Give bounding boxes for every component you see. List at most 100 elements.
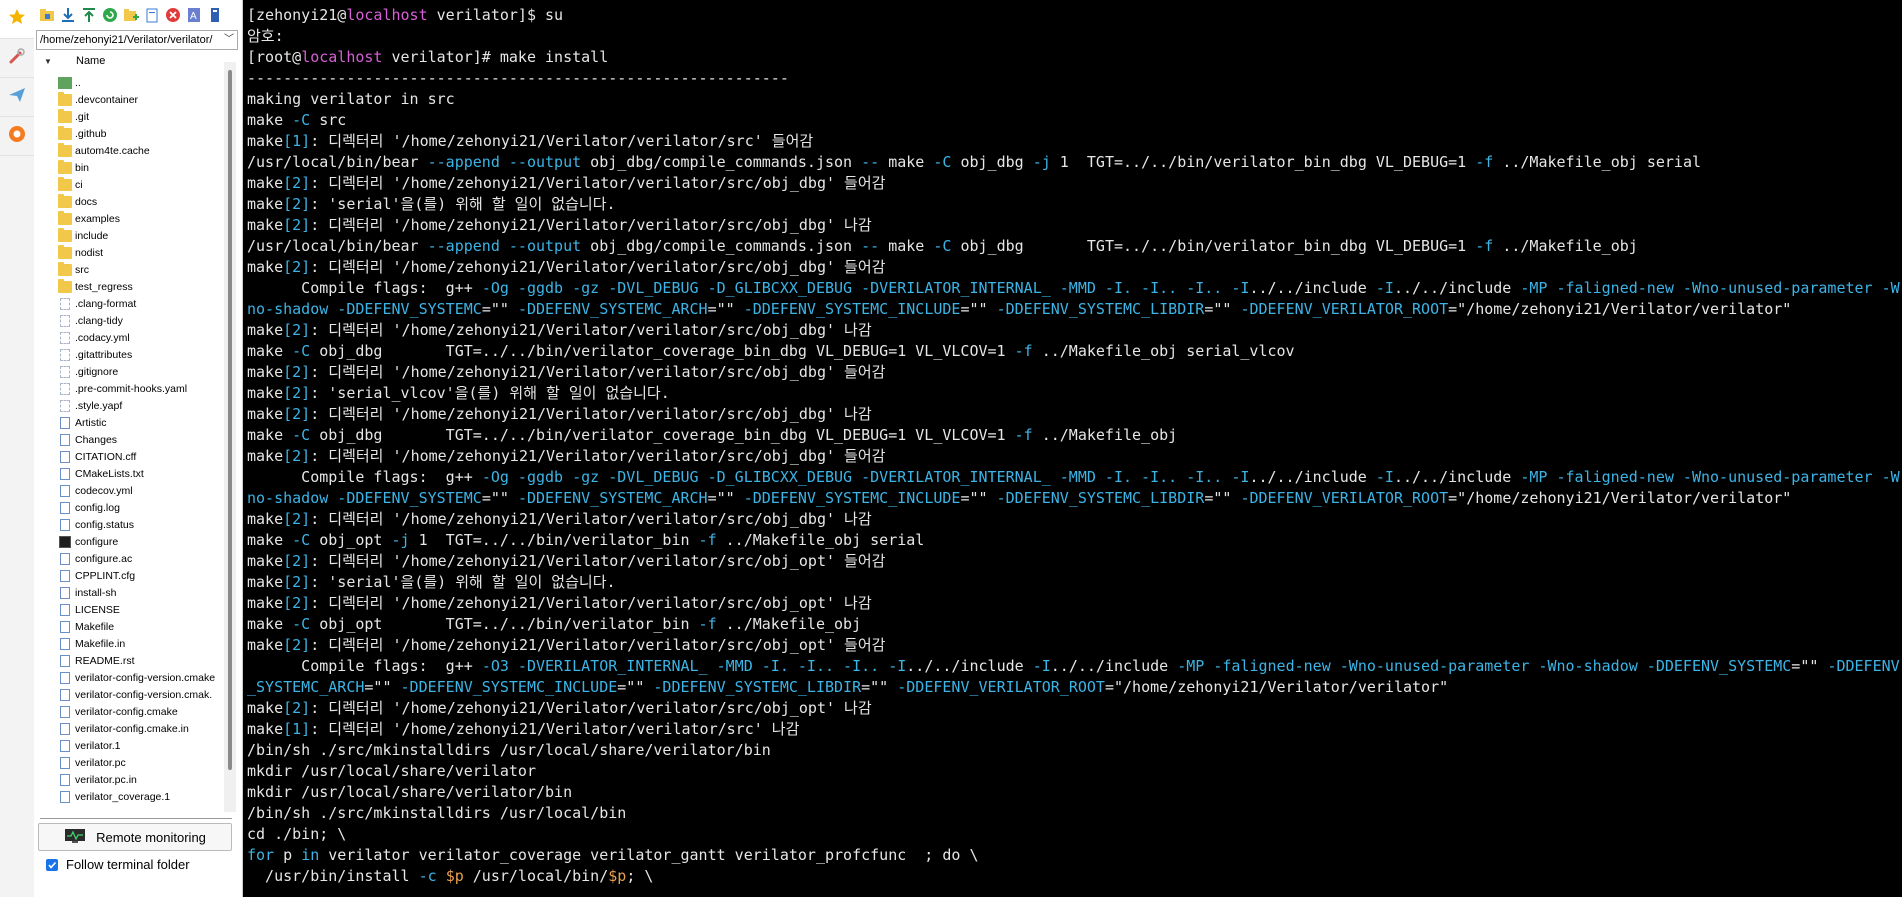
file-tree-item[interactable]: CMakeLists.txt <box>34 465 222 482</box>
sidebar-tab-favorites[interactable] <box>0 0 34 39</box>
file-tree-item[interactable]: LICENSE <box>34 601 222 618</box>
terminal-line: for p in verilator verilator_coverage ve… <box>247 845 1902 866</box>
folder-icon <box>58 244 72 259</box>
terminal-line: ----------------------------------------… <box>247 68 1902 89</box>
chevron-down-icon[interactable]: ﹀ <box>224 31 234 49</box>
rename-icon[interactable]: A <box>185 6 203 24</box>
file-tree-item[interactable]: Artistic <box>34 414 222 431</box>
file-tree-item[interactable]: CPPLINT.cfg <box>34 567 222 584</box>
file-tree-item[interactable]: install-sh <box>34 584 222 601</box>
home-folder-icon[interactable] <box>38 6 56 24</box>
scrollbar-thumb[interactable] <box>228 70 232 770</box>
file-tree-item[interactable]: verilator-config.cmake <box>34 703 222 720</box>
new-file-icon[interactable] <box>143 6 161 24</box>
file-tree-item[interactable]: README.rst <box>34 652 222 669</box>
file-tree-item-label: install-sh <box>75 586 117 599</box>
terminal-text-segment: --output <box>508 153 582 171</box>
refresh-icon[interactable] <box>101 6 119 24</box>
file-tree-item[interactable]: config.status <box>34 516 222 533</box>
delete-icon[interactable] <box>164 6 182 24</box>
terminal-line: make[1]: 디렉터리 '/home/zehonyi21/Verilator… <box>247 131 1902 152</box>
terminal-text-segment: -O3 -DVERILATOR_INTERNAL_ -MMD -I. -I.. … <box>481 657 907 675</box>
file-tree-item-label: config.log <box>75 501 120 514</box>
terminal-line: make[2]: 디렉터리 '/home/zehonyi21/Verilator… <box>247 509 1902 530</box>
file-tree-item[interactable]: .devcontainer <box>34 91 222 108</box>
file-tree-item[interactable]: ci <box>34 176 222 193</box>
terminal-text-segment: make <box>247 111 293 129</box>
file-tree-item[interactable]: verilator-config.cmake.in <box>34 720 222 737</box>
file-tree-item-label: .codacy.yml <box>75 331 130 344</box>
file-tree-item[interactable]: nodist <box>34 244 222 261</box>
file-tree-item[interactable]: .git <box>34 108 222 125</box>
file-tree-item[interactable]: verilator-config-version.cmake <box>34 669 222 686</box>
file-tree-item[interactable]: CITATION.cff <box>34 448 222 465</box>
file-tree-item[interactable]: verilator.1 <box>34 737 222 754</box>
follow-terminal-checkbox[interactable] <box>46 858 58 871</box>
properties-icon[interactable] <box>206 6 224 24</box>
terminal-text-segment: -f <box>698 615 717 633</box>
file-tree-item[interactable]: verilator.pc <box>34 754 222 771</box>
file-tree-item[interactable]: test_regress <box>34 278 222 295</box>
file-icon <box>60 620 70 633</box>
file-tree-item[interactable]: .style.yapf <box>34 397 222 414</box>
file-tree-item[interactable]: config.log <box>34 499 222 516</box>
upload-icon[interactable] <box>80 6 98 24</box>
file-icon <box>60 382 70 395</box>
terminal-text-segment: ="" <box>617 678 654 696</box>
folder-icon <box>58 108 72 123</box>
collapse-arrow-icon[interactable]: ▼ <box>44 57 54 66</box>
file-tree-item[interactable]: .pre-commit-hooks.yaml <box>34 380 222 397</box>
file-tree-item[interactable]: .codacy.yml <box>34 329 222 346</box>
sidebar-tab-app[interactable] <box>0 117 34 156</box>
sidebar-tab-send[interactable] <box>0 78 34 117</box>
tree-scrollbar[interactable] <box>224 62 236 812</box>
file-tree-item[interactable]: Changes <box>34 431 222 448</box>
file-tree-item-label: examples <box>75 212 120 225</box>
file-tree-item[interactable]: .. <box>34 74 222 91</box>
download-icon[interactable] <box>59 6 77 24</box>
file-tree-item[interactable]: .clang-format <box>34 295 222 312</box>
terminal-output[interactable]: [zehonyi21@localhost verilator]$ su 암호: [r… <box>243 0 1902 897</box>
follow-terminal-folder-option[interactable]: Follow terminal folder <box>46 857 242 872</box>
file-tree-item[interactable]: verilator_coverage.1 <box>34 788 222 805</box>
tree-column-header[interactable]: ▼ Name <box>34 52 242 70</box>
file-tree-item[interactable]: bin <box>34 159 222 176</box>
terminal-text-segment: ../Makefile_obj <box>1493 237 1638 255</box>
file-tree-item[interactable]: autom4te.cache <box>34 142 222 159</box>
terminal-text-segment: [2] <box>283 216 311 234</box>
file-tree-item[interactable]: src <box>34 261 222 278</box>
terminal-text-segment: Compile flags: g++ <box>247 279 482 297</box>
file-tree-item-label: docs <box>75 195 98 208</box>
file-tree-item[interactable]: .gitignore <box>34 363 222 380</box>
terminal-text-segment: make <box>247 615 293 633</box>
terminal-text-segment: [2] <box>283 195 311 213</box>
file-tree-item[interactable]: codecov.yml <box>34 482 222 499</box>
file-tree-item-label: verilator-config-version.cmake <box>75 671 216 684</box>
terminal-line: /bin/sh ./src/mkinstalldirs /usr/local/b… <box>247 803 1902 824</box>
file-tree-item[interactable]: verilator.pc.in <box>34 771 222 788</box>
file-tree-item[interactable]: examples <box>34 210 222 227</box>
file-tree-item[interactable]: docs <box>34 193 222 210</box>
path-input[interactable]: /home/zehonyi21/Verilator/verilator/ ﹀ <box>36 30 238 50</box>
file-tree-item[interactable]: .github <box>34 125 222 142</box>
file-tree-item-label: .. <box>75 76 81 89</box>
file-tree-item[interactable]: .clang-tidy <box>34 312 222 329</box>
sidebar-tab-tools[interactable] <box>0 39 34 78</box>
folder-icon <box>58 278 72 293</box>
file-tree-item[interactable]: Makefile <box>34 618 222 635</box>
file-tree-item[interactable]: Makefile.in <box>34 635 222 652</box>
terminal-text-segment: -DDEFENV_SYSTEMC_LIBDIR <box>996 489 1205 507</box>
folder-icon <box>58 210 72 225</box>
terminal-text-segment: [zehonyi21@ <box>247 6 347 24</box>
file-tree-item[interactable]: include <box>34 227 222 244</box>
file-tree-item[interactable]: verilator-config-version.cmak. <box>34 686 222 703</box>
terminal-line: make[2]: 디렉터리 '/home/zehonyi21/Verilator… <box>247 551 1902 572</box>
file-tree-item[interactable]: configure.ac <box>34 550 222 567</box>
file-tree-item[interactable]: .gitattributes <box>34 346 222 363</box>
file-icon <box>60 569 70 582</box>
remote-monitoring-button[interactable]: Remote monitoring <box>38 823 232 851</box>
new-folder-icon[interactable] <box>122 6 140 24</box>
file-tree-item[interactable]: configure <box>34 533 222 550</box>
terminal-text-segment: -Og -ggdb -gz -DVL_DEBUG -D_GLIBCXX_DEBU… <box>481 279 1250 297</box>
